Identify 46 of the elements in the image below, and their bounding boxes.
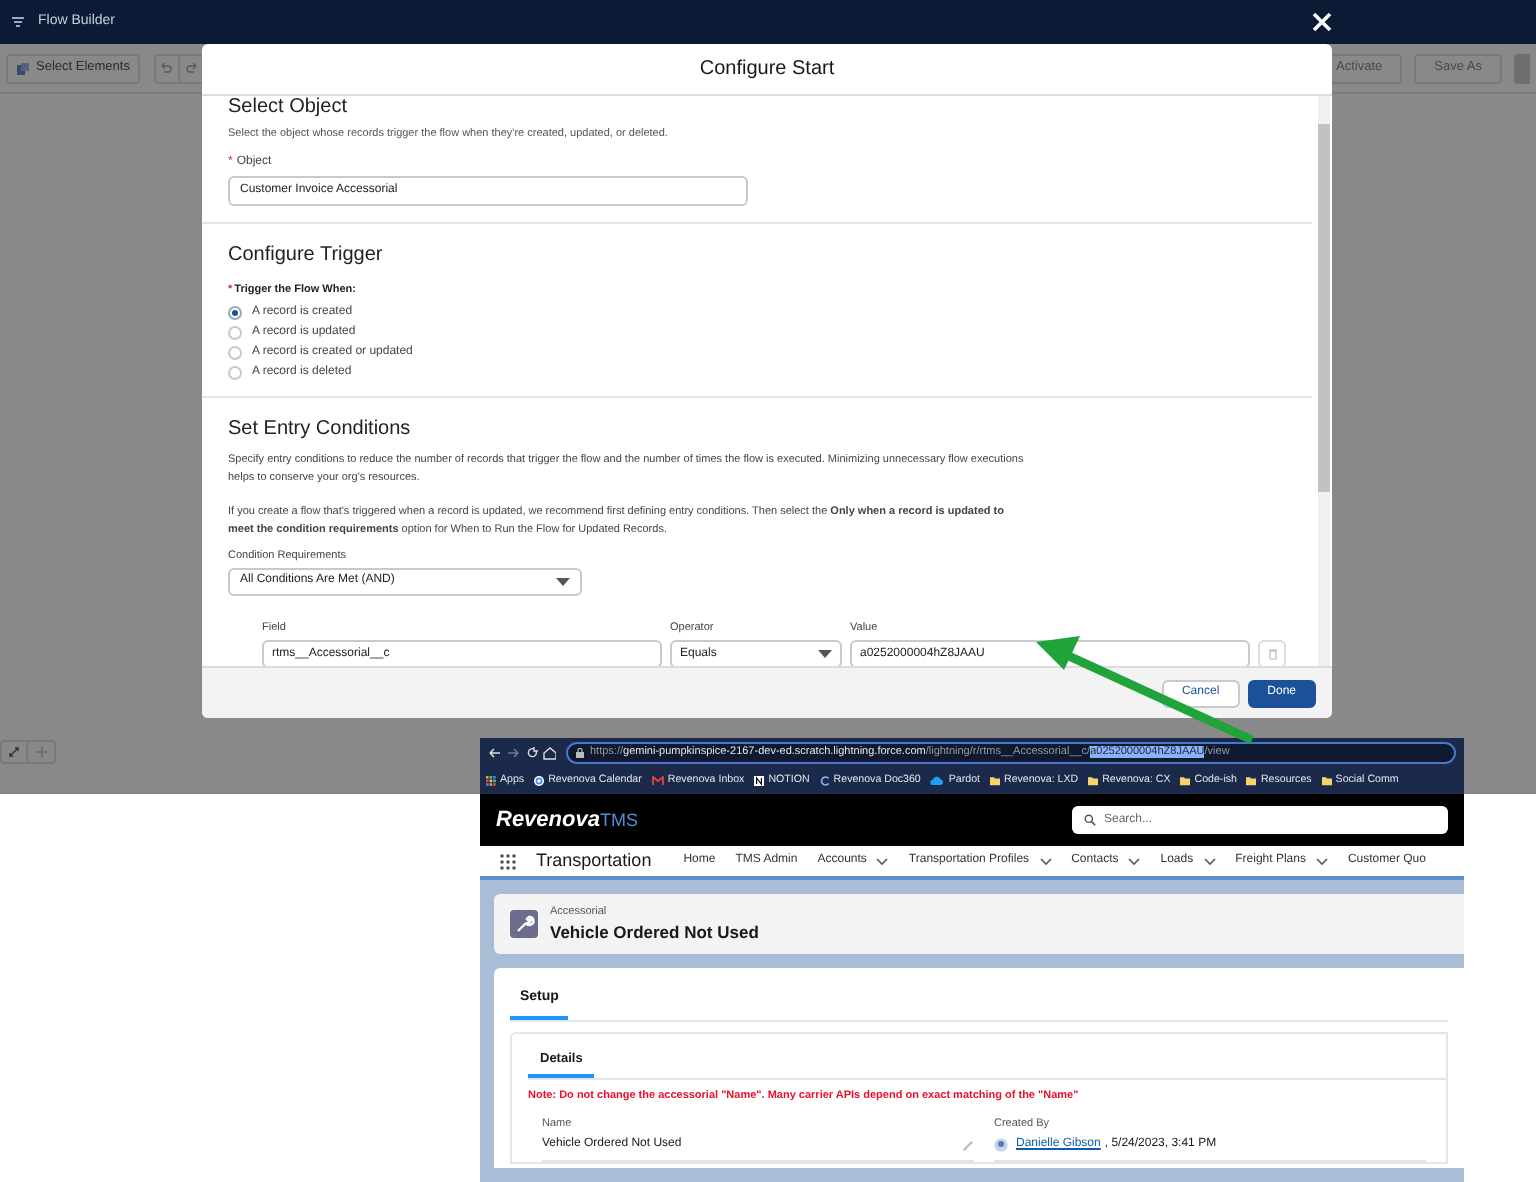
plus-icon	[35, 746, 47, 758]
dropdown-icon	[556, 577, 570, 586]
close-icon[interactable]	[1312, 12, 1332, 32]
scrollbar[interactable]	[1318, 96, 1330, 666]
expand-icon	[8, 746, 20, 758]
section-heading: Select Object	[228, 96, 349, 120]
radio-button[interactable]	[228, 366, 242, 380]
redo-icon	[185, 62, 198, 74]
folder-icon	[1180, 776, 1191, 786]
chevron-down-icon	[1315, 857, 1328, 865]
cloud-icon	[930, 776, 945, 786]
folder-icon	[1088, 776, 1099, 786]
navigation-icons	[488, 746, 556, 760]
wrench-icon	[510, 910, 538, 938]
pencil-icon	[962, 1139, 974, 1152]
section-heading: Configure Trigger	[228, 242, 385, 271]
chevron-down-icon	[1203, 857, 1216, 865]
grid-icon	[486, 776, 496, 786]
mail-icon	[651, 776, 664, 786]
lock-icon	[576, 748, 584, 758]
chevron-down-icon	[1039, 857, 1052, 865]
logo: RevenovaTMS	[496, 805, 638, 836]
square-logo-icon	[754, 776, 765, 786]
search-icon	[1084, 814, 1096, 826]
chevron-down-icon	[876, 857, 889, 865]
arc-icon	[819, 776, 830, 786]
chevron-down-icon	[1128, 857, 1141, 865]
folder-icon	[1321, 776, 1332, 786]
app-launcher-icon	[500, 853, 516, 869]
dropdown-icon	[818, 650, 832, 658]
radio-button[interactable]	[228, 346, 242, 360]
modal-title: Configure Start	[699, 56, 835, 84]
app-name: Transportation	[536, 847, 652, 874]
menu-icon	[10, 14, 26, 30]
avatar-icon	[994, 1138, 1008, 1153]
folder-icon	[990, 776, 1000, 786]
circle-logo-icon	[534, 776, 545, 786]
undo-icon	[160, 62, 173, 74]
toolbar-button[interactable]	[1514, 53, 1530, 83]
record-title: Vehicle Ordered Not Used	[550, 919, 759, 945]
section-heading: Set Entry Conditions	[228, 415, 413, 443]
radio-button[interactable]	[228, 306, 242, 320]
folder-icon	[1246, 776, 1257, 786]
radio-button[interactable]	[228, 326, 242, 340]
stack-icon	[16, 61, 30, 75]
trash-icon	[1267, 648, 1277, 660]
